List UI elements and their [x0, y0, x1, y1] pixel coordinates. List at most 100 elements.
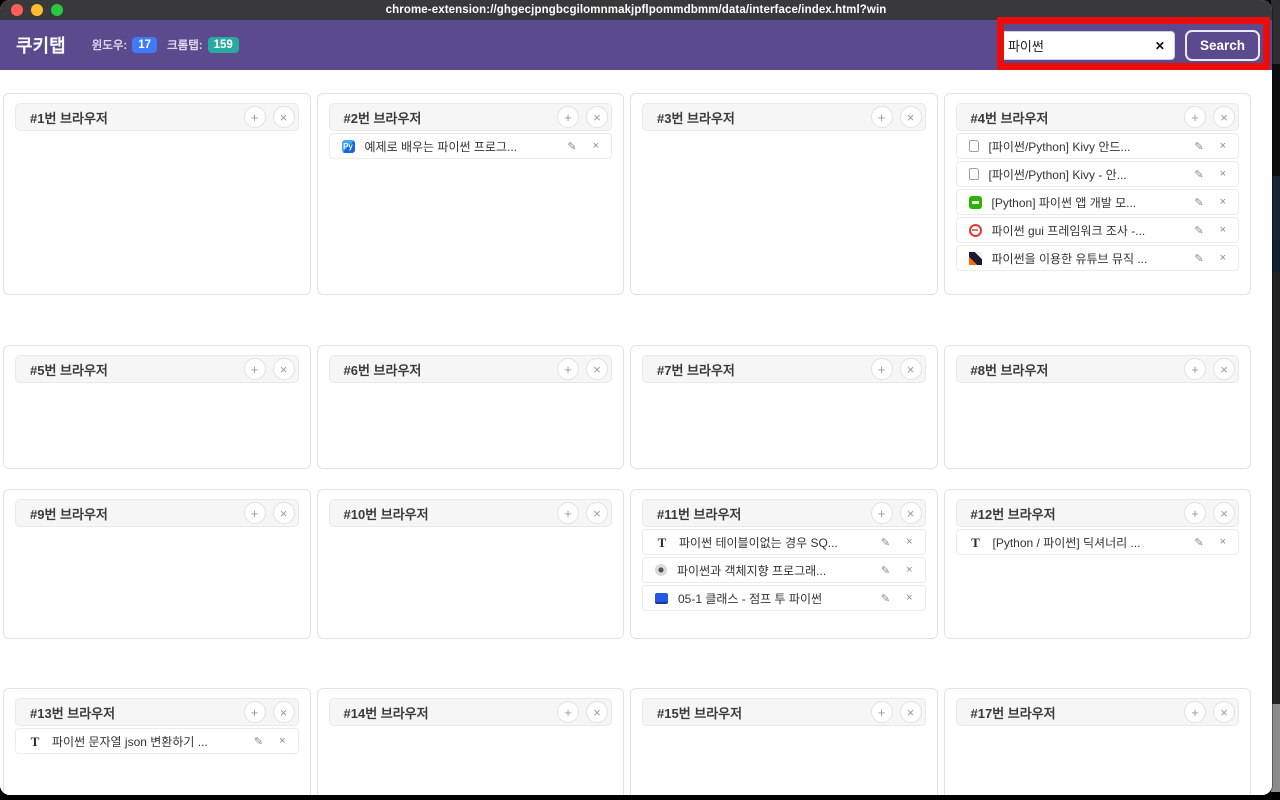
card-header: #2번 브라우저+× — [329, 103, 613, 131]
add-tab-button[interactable]: + — [1184, 358, 1206, 380]
edit-tab-button[interactable]: ✎ — [881, 592, 890, 605]
minimize-window-icon[interactable] — [31, 4, 43, 16]
browser-card: #9번 브라우저+× — [3, 489, 311, 639]
tab-item[interactable]: T파이썬 테이블이없는 경우 SQ...✎× — [642, 529, 926, 555]
edit-tab-button[interactable]: ✎ — [881, 536, 890, 549]
add-tab-button[interactable]: + — [871, 106, 893, 128]
close-window-button[interactable]: × — [273, 106, 295, 128]
edit-tab-button[interactable]: ✎ — [1194, 168, 1203, 181]
close-window-button[interactable]: × — [900, 358, 922, 380]
tab-title: 파이썬을 이용한 유튜브 뮤직 ... — [992, 250, 1179, 267]
macos-title-bar: chrome-extension://ghgecjpngbcgilomnmakj… — [0, 0, 1272, 20]
close-window-button[interactable]: × — [273, 358, 295, 380]
close-window-button[interactable]: × — [273, 502, 295, 524]
edit-tab-button[interactable]: ✎ — [1194, 536, 1203, 549]
tab-title: [파이썬/Python] Kivy - 안... — [989, 166, 1179, 183]
add-tab-button[interactable]: + — [557, 701, 579, 723]
close-tab-button[interactable]: × — [906, 564, 912, 576]
tab-item[interactable]: 05-1 클래스 - 점프 투 파이썬✎× — [642, 585, 926, 611]
search-input[interactable]: 파이썬 ✕ — [998, 31, 1175, 60]
close-tab-button[interactable]: × — [1220, 196, 1226, 208]
add-tab-button[interactable]: + — [1184, 106, 1206, 128]
tab-item[interactable]: 파이썬을 이용한 유튜브 뮤직 ... ✎ × — [956, 245, 1240, 271]
tab-title: 파이썬 gui 프레임워크 조사 -... — [992, 222, 1179, 239]
card-header: #14번 브라우저+× — [329, 698, 613, 726]
close-window-button[interactable]: × — [900, 106, 922, 128]
close-window-button[interactable]: × — [586, 701, 608, 723]
close-tab-button[interactable]: × — [593, 140, 599, 152]
close-window-button[interactable]: × — [586, 502, 608, 524]
close-window-button[interactable]: × — [1213, 701, 1235, 723]
add-tab-button[interactable]: + — [557, 502, 579, 524]
tab-item[interactable]: 파이썬 gui 프레임워크 조사 -... ✎ × — [956, 217, 1240, 243]
card-row: #13번 브라우저+×T파이썬 문자열 json 변환하기 ...✎×#14번 … — [3, 688, 1251, 795]
card-title: #17번 브라우저 — [971, 703, 1178, 722]
tistory-favicon-icon: T — [969, 535, 983, 549]
add-tab-button[interactable]: + — [871, 502, 893, 524]
card-header: #5번 브라우저+× — [15, 355, 299, 383]
close-tab-button[interactable]: × — [1220, 252, 1226, 264]
tab-item[interactable]: 파이썬과 객체지향 프로그래...✎× — [642, 557, 926, 583]
add-tab-button[interactable]: + — [557, 106, 579, 128]
add-tab-button[interactable]: + — [871, 358, 893, 380]
edit-tab-button[interactable]: ✎ — [567, 140, 576, 153]
close-tab-button[interactable]: × — [1220, 168, 1226, 180]
close-tab-button[interactable]: × — [1220, 536, 1226, 548]
darksq-favicon-icon — [969, 252, 982, 265]
close-window-button[interactable]: × — [1213, 358, 1235, 380]
edit-tab-button[interactable]: ✎ — [254, 735, 263, 748]
edit-tab-button[interactable]: ✎ — [1194, 224, 1203, 237]
tab-title: [Python] 파이썬 앱 개발 모... — [992, 194, 1179, 211]
card-header: #7번 브라우저 + × — [642, 355, 926, 383]
add-tab-button[interactable]: + — [557, 358, 579, 380]
tab-item[interactable]: T파이썬 문자열 json 변환하기 ...✎× — [15, 728, 299, 754]
edit-tab-button[interactable]: ✎ — [881, 564, 890, 577]
card-header: #8번 브라우저+× — [956, 355, 1240, 383]
edit-tab-button[interactable]: ✎ — [1194, 252, 1203, 265]
card-header: #6번 브라우저 + × — [329, 355, 613, 383]
close-tab-button[interactable]: × — [906, 536, 912, 548]
zoom-window-icon[interactable] — [51, 4, 63, 16]
tab-item[interactable]: Py예제로 배우는 파이썬 프로그...✎× — [329, 133, 613, 159]
tab-list: Py예제로 배우는 파이썬 프로그...✎× — [329, 133, 613, 159]
card-row: #9번 브라우저+×#10번 브라우저+×#11번 브라우저+×T파이썬 테이블… — [3, 489, 1251, 639]
close-window-button[interactable]: × — [586, 358, 608, 380]
traffic-lights — [11, 4, 63, 16]
close-tab-button[interactable]: × — [906, 592, 912, 604]
add-tab-button[interactable]: + — [871, 701, 893, 723]
add-tab-button[interactable]: + — [244, 358, 266, 380]
close-window-button[interactable]: × — [1213, 106, 1235, 128]
tab-item[interactable]: T[Python / 파이썬] 딕셔너리 ...✎× — [956, 529, 1240, 555]
close-window-button[interactable]: × — [900, 502, 922, 524]
background-app-edge — [1271, 0, 1280, 800]
edit-tab-button[interactable]: ✎ — [1194, 196, 1203, 209]
window-title-url: chrome-extension://ghgecjpngbcgilomnmakj… — [386, 4, 887, 16]
edit-tab-button[interactable]: ✎ — [1194, 140, 1203, 153]
tab-item[interactable]: [파이썬/Python] Kivy - 안... ✎ × — [956, 161, 1240, 187]
card-title: #6번 브라우저 — [344, 360, 551, 379]
close-tab-button[interactable]: × — [279, 735, 285, 747]
close-tab-button[interactable]: × — [1220, 224, 1226, 236]
close-tab-button[interactable]: × — [1220, 140, 1226, 152]
browser-card: #3번 브라우저+× — [630, 93, 938, 295]
page-favicon-icon — [969, 140, 979, 152]
close-window-button[interactable]: × — [273, 701, 295, 723]
clear-search-icon[interactable]: ✕ — [1155, 39, 1165, 53]
search-button[interactable]: Search — [1185, 30, 1260, 61]
tab-item[interactable]: [파이썬/Python] Kivy 안드...✎× — [956, 133, 1240, 159]
tab-title: 예제로 배우는 파이썬 프로그... — [365, 138, 552, 155]
close-window-button[interactable]: × — [586, 106, 608, 128]
close-window-icon[interactable] — [11, 4, 23, 16]
browser-card: #14번 브라우저+× — [317, 688, 625, 795]
card-header: #10번 브라우저+× — [329, 499, 613, 527]
add-tab-button[interactable]: + — [244, 701, 266, 723]
add-tab-button[interactable]: + — [1184, 701, 1206, 723]
card-title: #7번 브라우저 — [657, 360, 864, 379]
add-tab-button[interactable]: + — [244, 106, 266, 128]
close-window-button[interactable]: × — [900, 701, 922, 723]
add-tab-button[interactable]: + — [1184, 502, 1206, 524]
card-row: #1번 브라우저+×#2번 브라우저+×Py예제로 배우는 파이썬 프로그...… — [3, 93, 1251, 295]
tab-item[interactable]: [Python] 파이썬 앱 개발 모... ✎ × — [956, 189, 1240, 215]
add-tab-button[interactable]: + — [244, 502, 266, 524]
close-window-button[interactable]: × — [1213, 502, 1235, 524]
